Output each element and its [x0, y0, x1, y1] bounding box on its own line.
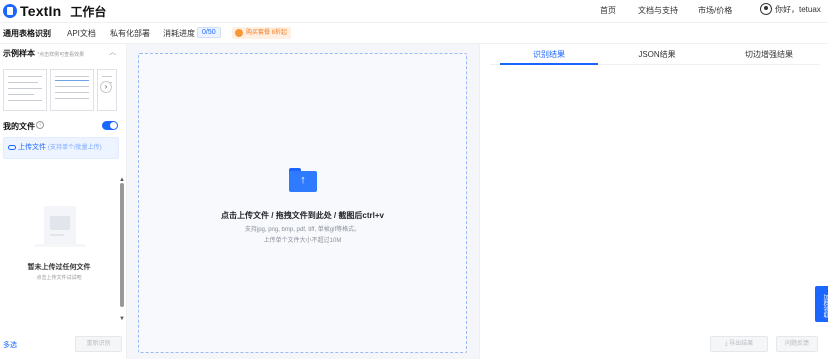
sub-bar: 通用表格识别 API文档 私有化部署 消耗进度 0/50 购买套餐 8折起 [0, 23, 828, 43]
empty-doc-icon [44, 206, 76, 244]
upload-label: 上传文件 [18, 144, 46, 151]
empty-title: 暂未上传过任何文件 [27, 264, 91, 271]
upload-file-button[interactable]: 上传文件 (支持单个/批量上传) [3, 137, 119, 159]
thumb-line [55, 76, 89, 77]
promo-icon [235, 29, 243, 37]
folder-body [289, 171, 317, 192]
scroll-down-icon[interactable]: ▼ [119, 316, 125, 322]
folder-upload-icon [289, 168, 317, 192]
promo-label: 购买套餐 8折起 [246, 30, 288, 36]
join-group-float-button[interactable]: 加群领取 [815, 286, 828, 322]
page-title: 通用表格识别 [3, 29, 51, 38]
top-bar: TextIn 工作台 首页 文档与支持 市场/价格 你好，tetuax [0, 0, 828, 23]
scrollbar-thumb[interactable] [120, 183, 124, 307]
rerecognize-button[interactable]: 重新识别 [75, 336, 122, 352]
api-docs-link[interactable]: API文档 [67, 28, 96, 39]
my-files-toggle[interactable] [102, 121, 118, 130]
file-dropzone[interactable]: 点击上传文件 / 拖拽文件到此处 / 截图后ctrl+v 支持jpg, png,… [138, 53, 467, 353]
sample-header: 示例样本 *点击样例可查看效果 [3, 48, 84, 59]
textin-logo-icon [3, 4, 17, 18]
nav-pricing[interactable]: 市场/价格 [698, 5, 732, 16]
tab-json-result[interactable]: JSON结果 [608, 49, 706, 60]
my-files-title: 我的文件 [3, 122, 35, 131]
left-panel: 示例样本 *点击样例可查看效果 ︿ › 我的文件 i 上传文件 (支持单个/批量… [0, 44, 127, 359]
thumb-line [8, 82, 38, 83]
app-title: 工作台 [70, 4, 107, 19]
sample-thumbnail[interactable] [3, 69, 47, 111]
tab-recognition-result[interactable]: 识别结果 [500, 49, 598, 60]
user-greeting: 你好，tetuax [775, 4, 821, 14]
cloud-upload-icon [8, 145, 16, 150]
progress-badge: 0/50 [197, 27, 221, 38]
multi-select-link[interactable]: 多选 [3, 340, 17, 350]
chevron-right-icon[interactable]: › [100, 81, 112, 93]
dropzone-size-limit: 上传单个文件大小不超过10M [263, 238, 342, 244]
thumb-line [8, 76, 42, 77]
avatar-icon [760, 3, 772, 15]
active-tab-indicator [500, 63, 598, 65]
private-deploy-link[interactable]: 私有化部署 [110, 28, 150, 39]
empty-state-illustration [34, 206, 86, 248]
feedback-button[interactable]: 问题反馈 [776, 336, 818, 352]
info-icon[interactable]: i [36, 121, 44, 129]
tab-crop-enhance-result[interactable]: 切边增强结果 [720, 49, 818, 60]
upload-area-panel: 点击上传文件 / 拖拽文件到此处 / 截图后ctrl+v 支持jpg, png,… [127, 44, 479, 359]
logo[interactable]: TextIn 工作台 [3, 3, 106, 19]
thumb-line [8, 100, 42, 101]
thumb-line [102, 76, 112, 77]
sample-thumbnail[interactable] [50, 69, 94, 111]
sample-title: 示例样本 [3, 49, 35, 58]
thumb-line [8, 88, 42, 89]
result-panel: 识别结果 JSON结果 切边增强结果 ⤓ 导出结果 问题反馈 [479, 44, 828, 359]
sample-hint: *点击样例可查看效果 [37, 52, 85, 58]
thumb-line [55, 92, 89, 93]
thumb-line [55, 80, 89, 81]
thumb-line [8, 94, 34, 95]
nav-docs[interactable]: 文档与支持 [638, 5, 678, 16]
upload-hint: (支持单个/批量上传) [47, 145, 102, 151]
empty-base [34, 244, 86, 247]
nav-home[interactable]: 首页 [600, 5, 616, 16]
thumb-line [55, 98, 89, 99]
result-tabs: 识别结果 JSON结果 切边增强结果 [490, 44, 820, 65]
dropzone-title: 点击上传文件 / 拖拽文件到此处 / 截图后ctrl+v [221, 211, 384, 220]
export-label: 导出结果 [729, 341, 754, 347]
chevron-up-icon[interactable]: ︿ [109, 47, 116, 57]
user-menu[interactable]: 你好，tetuax [760, 3, 821, 15]
promo-button[interactable]: 购买套餐 8折起 [232, 27, 292, 39]
logo-text: TextIn [20, 3, 62, 19]
export-result-button[interactable]: ⤓ 导出结果 [710, 336, 768, 352]
empty-subtitle: 点击上传文件试试吧 [36, 275, 82, 281]
dropzone-formats: 支持jpg, png, bmp, pdf, tiff, 单帧gif等格式。 [244, 227, 361, 233]
thumb-line [55, 86, 89, 87]
progress-label: 消耗进度 [163, 29, 195, 38]
